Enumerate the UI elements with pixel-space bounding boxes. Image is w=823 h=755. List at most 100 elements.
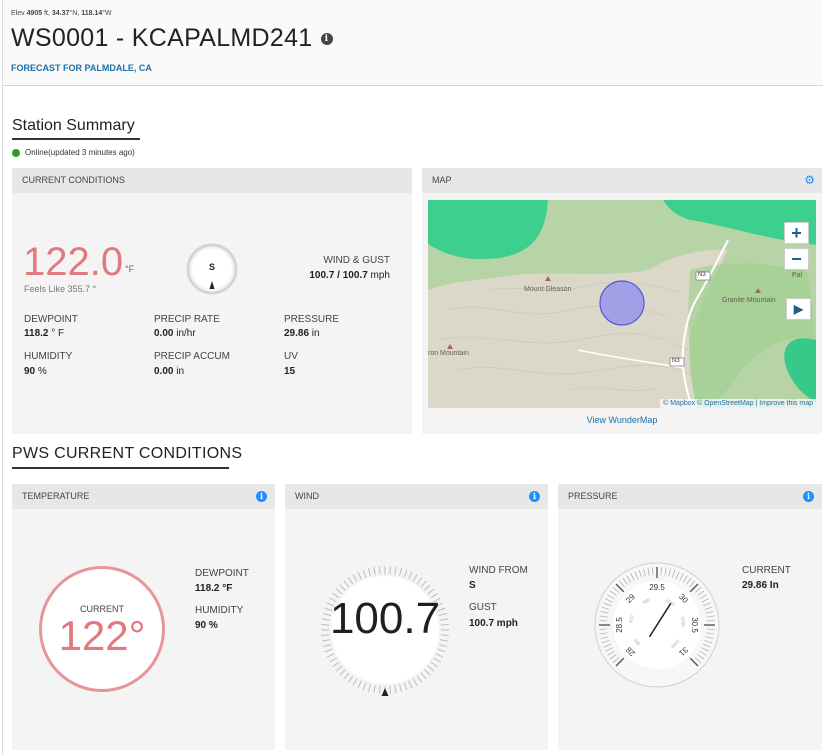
pws-dewpoint-value: 118.2 °F xyxy=(195,583,233,594)
wind-dial-tick xyxy=(357,680,362,689)
wind-dial-tick xyxy=(412,678,418,686)
precip-rate-unit: in/hr xyxy=(173,328,196,339)
wind-dial-tick xyxy=(323,644,332,648)
forecast-link[interactable]: FORECAST FOR PALMDALE, CA xyxy=(11,63,152,73)
temperature-header: TEMPERATURE xyxy=(12,484,275,509)
gust-label: GUST xyxy=(469,602,497,613)
dewpoint-value: 118.2 ° F xyxy=(24,328,64,339)
view-wundermap-link[interactable]: View WunderMap xyxy=(422,415,822,425)
precip-rate-value: 0.00 in/hr xyxy=(154,328,196,339)
wind-dial-tick xyxy=(343,672,350,680)
humidity-number: 90 xyxy=(24,366,36,377)
feels-like: Feels Like 355.7 ° xyxy=(24,284,97,294)
station-title: WS0001 - KCAPALMD241 i xyxy=(11,24,333,53)
map-attribution[interactable]: © Mapbox © OpenStreetMap | Improve this … xyxy=(660,399,816,408)
pressure-tick-label: 29.5 xyxy=(649,583,665,592)
wind-dial-tick xyxy=(352,574,358,582)
precip-accum-number: 0.00 xyxy=(154,366,174,377)
latitude-unit: °N, xyxy=(69,10,80,17)
pws-humidity-value: 90 % xyxy=(195,620,218,631)
wind-dial-tick xyxy=(408,571,413,580)
pressure-header: PRESSURE xyxy=(558,484,822,509)
wind-dial-tick xyxy=(412,574,418,582)
pws-dewpoint-label: DEWPOINT xyxy=(195,568,249,579)
map-label-iron-mountain: ron Mountain xyxy=(428,350,469,357)
wind-dial-tick xyxy=(347,675,354,683)
wind-dial-tick xyxy=(347,577,354,585)
wind-dial-tick xyxy=(433,657,441,663)
wind-dial-tick xyxy=(399,683,403,692)
humidity-value: 90 % xyxy=(24,366,47,377)
station-summary-underline xyxy=(12,138,140,140)
pressure-tick-label: 28.5 xyxy=(615,617,624,633)
wind-big-value: 100.7 xyxy=(329,594,441,643)
pressure-gauge: 28 28.5 29 29.5 30 30.5 31 950 970 990 1010 1030 105… xyxy=(590,558,724,692)
wind-dial-tick xyxy=(357,571,362,580)
wind-dial-tick xyxy=(362,569,367,578)
status-text: Online(updated 3 minutes ago) xyxy=(25,148,135,157)
uv-number: 15 xyxy=(284,366,296,377)
wind-gust-label: WIND & GUST xyxy=(323,255,390,266)
wind-header: WIND xyxy=(285,484,548,509)
gear-icon[interactable]: ⚙ xyxy=(804,174,815,186)
wind-speed-value: 100.7 xyxy=(309,270,335,281)
uv-label: UV xyxy=(284,351,298,362)
info-icon[interactable]: i xyxy=(256,491,267,502)
wind-dial-tick xyxy=(378,685,381,694)
map-road-n3-a: N3 xyxy=(698,272,706,278)
wind-dial-tick xyxy=(408,680,413,689)
pws-conditions-title: PWS CURRENT CONDITIONS xyxy=(12,445,243,462)
wind-dial-tick xyxy=(420,672,427,680)
station-summary-title: Station Summary xyxy=(12,117,135,134)
wind-dial-tick xyxy=(437,648,446,653)
pressure-label: PRESSURE xyxy=(284,314,340,325)
pressure-number: 29.86 xyxy=(284,328,310,339)
wind-dial-tick xyxy=(416,577,423,585)
temperature-big-value: 122° xyxy=(58,612,146,659)
wind-dial-tick xyxy=(343,580,350,588)
longitude-value: 118.14 xyxy=(81,10,103,17)
dewpoint-number: 118.2 xyxy=(24,328,49,339)
pressure-value: 29.86 in xyxy=(284,328,320,339)
zoom-out-button[interactable]: − xyxy=(784,248,809,270)
wind-compass: S xyxy=(186,243,238,295)
pws-humidity-label: HUMIDITY xyxy=(195,605,244,616)
zoom-in-button[interactable]: + xyxy=(784,222,809,244)
gust-speed-value: 100.7 xyxy=(342,270,368,281)
wind-direction-pointer xyxy=(381,688,389,696)
wind-dial-tick xyxy=(326,653,335,658)
map-panel: MAP ⚙ Mount Gleason Granite Mountain ron… xyxy=(422,168,822,434)
dewpoint-unit: ° F xyxy=(48,328,65,339)
wind-dial-tick xyxy=(329,657,337,663)
info-icon[interactable]: i xyxy=(529,491,540,502)
wind-dial-tick xyxy=(427,665,435,672)
wind-unit: mph xyxy=(367,270,390,281)
map-header: MAP xyxy=(422,168,822,193)
pressure-tick-label: 30.5 xyxy=(690,617,699,633)
wind-dial-tick xyxy=(403,569,408,578)
elev-value: 4905 xyxy=(26,10,43,17)
wind-dial-tick xyxy=(438,644,447,648)
wind-dial-tick xyxy=(424,584,431,591)
map-label-mount-gleason: Mount Gleason xyxy=(524,286,572,293)
temperature-unit: °F xyxy=(125,264,135,274)
pws-conditions-underline xyxy=(12,467,229,469)
wind-dial-tick xyxy=(373,566,376,575)
wind-dial-tick xyxy=(339,669,346,676)
wind-dial-tick xyxy=(394,685,397,694)
wind-dial-tick xyxy=(435,653,444,658)
wind-dial-tick xyxy=(332,661,340,668)
map-view[interactable]: Mount Gleason Granite Mountain ron Mount… xyxy=(428,200,816,408)
map-label-granite-mountain: Granite Mountain xyxy=(722,297,776,304)
pressure-current-label: CURRENT xyxy=(742,565,791,576)
info-icon[interactable]: i xyxy=(803,491,814,502)
current-conditions-header: CURRENT CONDITIONS xyxy=(12,168,412,193)
info-icon[interactable]: i xyxy=(320,33,333,46)
gust-value: 100.7 mph xyxy=(469,618,518,629)
wind-dial-tick xyxy=(367,683,371,692)
wind-separator: / xyxy=(334,270,343,281)
wind-dial-tick xyxy=(420,580,427,588)
play-button[interactable]: ▶ xyxy=(786,298,811,320)
online-status-dot xyxy=(12,148,20,157)
wind-dial-tick xyxy=(394,566,397,575)
